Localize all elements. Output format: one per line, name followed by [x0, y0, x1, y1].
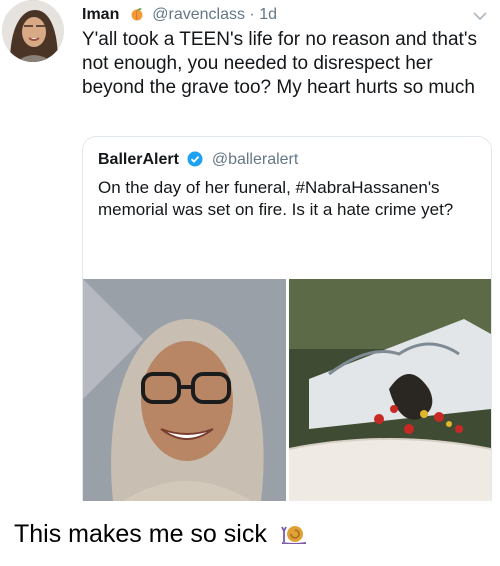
caption-text: This makes me so sick [14, 520, 267, 548]
avatar-image [2, 0, 64, 62]
quoted-tweet[interactable]: BallerAlert @balleralert On the day of h… [82, 136, 492, 501]
quoted-author-handle: @balleralert [211, 151, 299, 168]
quoted-tweet-header: BallerAlert @balleralert [98, 151, 298, 169]
author-name[interactable]: Iman [82, 6, 119, 23]
peach-emoji-icon [130, 7, 144, 21]
meme-caption: This makes me so sick [14, 518, 308, 550]
tweet-text: Y'all took a TEEN's life for no reason a… [82, 29, 477, 98]
quoted-tweet-text: On the day of her funeral, #NabraHassane… [98, 178, 454, 219]
avatar[interactable] [2, 0, 64, 62]
snail-emoji-icon [280, 522, 308, 546]
tweet-header: Iman @ravenclass · 1d [82, 6, 277, 24]
separator-dot: · [249, 6, 260, 23]
verified-badge-icon [187, 151, 203, 167]
chevron-down-icon[interactable] [472, 9, 488, 21]
portrait-photo[interactable] [83, 279, 286, 501]
quoted-author-name: BallerAlert [98, 151, 179, 168]
quoted-tweet-media[interactable] [83, 279, 491, 501]
tweet-card: Iman @ravenclass · 1d Y'all took a TEEN'… [0, 0, 500, 501]
tweet-timestamp[interactable]: 1d [259, 6, 277, 23]
memorial-photo[interactable] [289, 279, 491, 501]
author-handle[interactable]: @ravenclass [152, 6, 245, 23]
